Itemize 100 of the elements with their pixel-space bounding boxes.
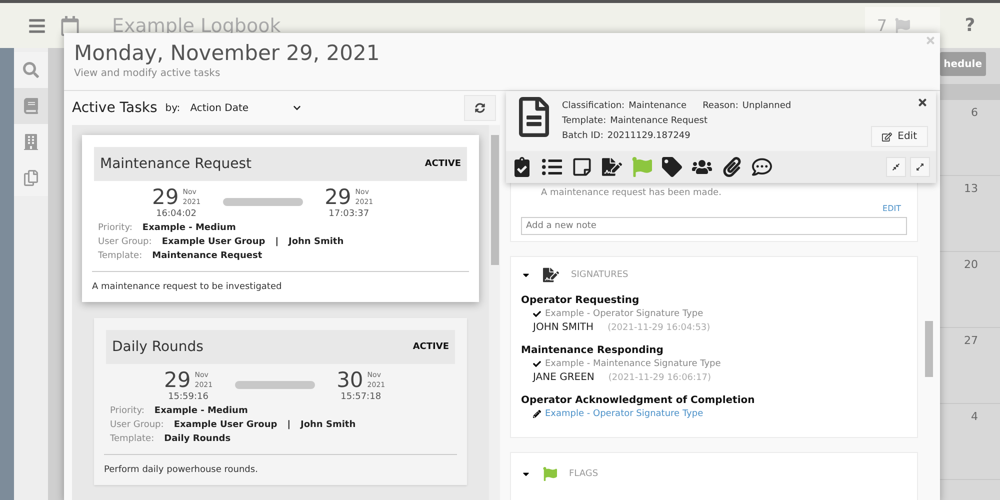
signature-type: Example - Maintenance Signature Type xyxy=(545,359,721,369)
expand-icon xyxy=(916,163,924,171)
field-value: Example User Group xyxy=(162,236,266,249)
field-value: John Smith xyxy=(300,419,356,432)
edit-button[interactable]: Edit xyxy=(870,126,928,147)
field-value: Example User Group xyxy=(174,419,278,432)
speech-bubble-icon[interactable] xyxy=(752,157,772,177)
info-label: Template: xyxy=(562,116,606,126)
date-time: 15:57:18 xyxy=(340,392,382,402)
check-icon xyxy=(533,310,541,318)
tag-icon[interactable] xyxy=(662,157,682,177)
calendar-day: 13 xyxy=(964,182,978,195)
info-label: Batch ID: xyxy=(562,131,604,141)
app-title: Example Logbook xyxy=(112,14,281,36)
task-title: Maintenance Request xyxy=(100,156,252,172)
sort-dropdown[interactable]: Action Date xyxy=(188,100,303,116)
chevron-down-icon xyxy=(292,104,301,112)
edit-icon xyxy=(882,132,892,142)
menu-icon[interactable] xyxy=(28,16,46,34)
pencil-icon xyxy=(533,410,541,418)
calendar-day: 6 xyxy=(971,106,978,119)
field-label: Template: xyxy=(110,433,154,446)
clipboard-icon[interactable] xyxy=(512,157,532,177)
sort-label: by: xyxy=(165,102,180,114)
date-time: 17:03:37 xyxy=(328,209,370,219)
sidebar-item[interactable] xyxy=(14,124,48,160)
date-time: 15:59:16 xyxy=(168,392,208,402)
note-field[interactable]: Add a new note xyxy=(521,217,907,235)
note-text: A maintenance request has been made. xyxy=(540,188,722,198)
info-value: 20211129.187249 xyxy=(607,131,690,141)
date-day: 29 xyxy=(324,185,352,209)
scroll-thumb[interactable] xyxy=(490,135,498,265)
field-value: Example - Medium xyxy=(154,405,248,418)
signature-time: (2021-11-29 16:04:53) xyxy=(608,322,710,332)
field-label: Template: xyxy=(98,250,142,263)
collapse-button[interactable] xyxy=(886,157,906,177)
field-label: User Group: xyxy=(110,419,164,432)
signature-icon[interactable] xyxy=(602,157,622,177)
users-icon[interactable] xyxy=(692,157,712,177)
signature-time: (2021-11-29 16:06:17) xyxy=(608,372,712,382)
paperclip-icon[interactable] xyxy=(722,157,742,177)
edit-link[interactable]: EDIT xyxy=(882,204,901,213)
status-label: ACTIVE xyxy=(424,159,461,169)
separator: | xyxy=(287,419,290,432)
task-description: A maintenance request to be investigated xyxy=(92,271,469,292)
building-icon xyxy=(23,134,39,150)
search-icon xyxy=(23,62,39,78)
dialog-title: Monday, November 29, 2021 xyxy=(74,41,381,65)
separator: | xyxy=(275,236,278,249)
signer-name: JOHN SMITH xyxy=(533,322,594,333)
date-day: 29 xyxy=(164,368,191,392)
scroll-thumb[interactable] xyxy=(925,321,933,377)
task-title: Daily Rounds xyxy=(112,339,204,355)
field-value: John Smith xyxy=(288,236,344,249)
sidebar-item[interactable] xyxy=(14,52,48,88)
signer-name: JANE GREEN xyxy=(533,372,594,383)
sign-link[interactable]: Example - Operator Signature Type xyxy=(545,409,704,419)
notebook-icon xyxy=(23,98,39,114)
signature-icon xyxy=(543,267,559,283)
section-title: SIGNATURES xyxy=(571,270,628,280)
info-value: Maintenance Request xyxy=(610,116,708,126)
signature-title: Operator Requesting xyxy=(521,295,640,306)
refresh-button[interactable] xyxy=(464,95,496,121)
field-value: Example - Medium xyxy=(142,222,236,235)
panel-heading: Active Tasks xyxy=(72,100,158,116)
signature-type: Example - Operator Signature Type xyxy=(545,309,704,319)
sidebar-item[interactable] xyxy=(14,160,48,196)
date-day: 30 xyxy=(336,368,364,392)
info-value: Maintenance xyxy=(628,101,687,111)
list-icon[interactable] xyxy=(542,157,562,177)
task-description: Perform daily powerhouse rounds. xyxy=(104,454,457,475)
task-card[interactable] xyxy=(82,135,479,302)
field-label: User Group: xyxy=(98,236,152,249)
signature-title: Operator Acknowledgment of Completion xyxy=(521,395,756,406)
schedule-button[interactable]: hedule xyxy=(940,52,986,76)
date-time: 16:04:02 xyxy=(156,209,196,219)
help-button[interactable]: ? xyxy=(940,15,1000,36)
info-label: Classification: xyxy=(562,101,625,111)
date-day: 29 xyxy=(152,185,179,209)
check-icon xyxy=(533,360,541,368)
field-value: Daily Rounds xyxy=(164,433,231,446)
field-label: Priority: xyxy=(98,222,132,235)
field-value: Maintenance Request xyxy=(152,250,262,263)
expand-button[interactable] xyxy=(910,157,930,177)
refresh-icon xyxy=(475,103,485,113)
calendar-day: 4 xyxy=(971,410,978,423)
collapse-icon xyxy=(892,163,900,171)
note-icon[interactable] xyxy=(572,157,592,177)
dialog-subtitle: View and modify active tasks xyxy=(74,68,222,79)
close-button[interactable] xyxy=(917,97,928,108)
flag-count: 7 xyxy=(876,16,887,35)
info-label: Reason: xyxy=(702,101,738,111)
calendar-day: 27 xyxy=(964,334,978,347)
calendar-day: 20 xyxy=(964,258,978,271)
table-header-band xyxy=(940,84,1000,100)
info-value: Unplanned xyxy=(742,101,792,111)
documents-icon xyxy=(23,170,39,186)
signature-title: Maintenance Responding xyxy=(521,345,664,356)
section-title: FLAGS xyxy=(569,469,598,479)
scrollbar[interactable] xyxy=(489,125,500,500)
